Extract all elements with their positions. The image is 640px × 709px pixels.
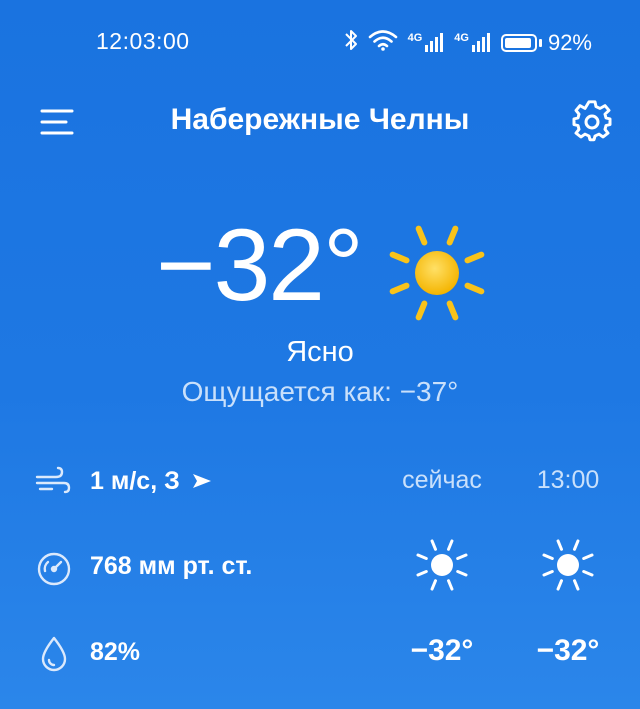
sun-ray [582,570,594,577]
city-title[interactable]: Набережные Челны [0,103,640,137]
forecast-label-now[interactable]: сейчас [380,466,504,495]
sun-ray [573,539,580,551]
sun-ray [430,579,437,591]
battery-percent: 92% [547,30,592,55]
sun-ray [582,553,594,560]
sun-ray [464,282,485,295]
sun-ray [389,251,410,264]
battery-fill [504,38,531,48]
pressure-gauge-icon [34,549,74,589]
humidity-value: 82% [90,638,141,666]
feels-like: Ощущается как: −37° [181,376,459,407]
sun-disc [415,251,459,295]
sun-ray [415,225,428,246]
bluetooth-icon [344,28,358,58]
current-temperature: −32° [156,208,364,322]
cellular-signal-2-icon: 4G [454,33,491,53]
sun-icon [380,537,504,593]
status-icons: 4G 4G 92% [344,28,592,58]
sun-ray [456,570,468,577]
battery-indicator: 92% [500,30,592,56]
forecast-temp-1300: −32° [536,634,600,667]
sun-icon [382,218,492,328]
battery-icon [500,34,537,52]
sun-ray [573,579,580,591]
wind-direction-arrow-icon [191,468,213,497]
sun-disc [431,554,453,576]
pressure-unit: мм рт. ст. [138,552,253,580]
wind-speed-direction: 1 м/с, З [90,467,180,495]
wifi-icon [368,29,398,57]
sun-ray [415,300,428,321]
humidity-drop-icon [34,634,74,674]
sun-ray [416,570,428,577]
sun-ray [464,251,485,264]
wind-icon [34,462,74,502]
sun-ray [456,553,468,560]
sun-disc [557,554,579,576]
weather-condition: Ясно [286,336,354,368]
sun-ray [446,300,459,321]
sun-ray [416,553,428,560]
sun-ray [542,553,554,560]
network-type-label-2: 4G [454,32,469,44]
forecast-label-1300[interactable]: 13:00 [506,466,630,495]
network-type-label-1: 4G [407,32,423,44]
sun-ray [556,539,563,551]
cellular-signal-1-icon: 4G [408,33,445,53]
gear-icon[interactable] [570,100,614,144]
wind-value: 1 м/с, З [90,467,213,497]
sun-ray [389,282,410,295]
pressure-value: 768 мм рт. ст. [90,552,252,581]
pressure-number: 768 [90,552,132,580]
sun-ray [447,579,454,591]
sun-ray [556,579,563,591]
status-bar: 12:03:00 4G 4G 92% [0,0,640,82]
battery-tip [538,39,542,47]
sun-icon [506,537,630,593]
sun-ray [542,570,554,577]
sun-ray [430,539,437,551]
forecast-temp-now: −32° [410,634,474,667]
status-time: 12:03:00 [96,28,190,54]
sun-ray [446,225,459,246]
sun-ray [447,539,454,551]
